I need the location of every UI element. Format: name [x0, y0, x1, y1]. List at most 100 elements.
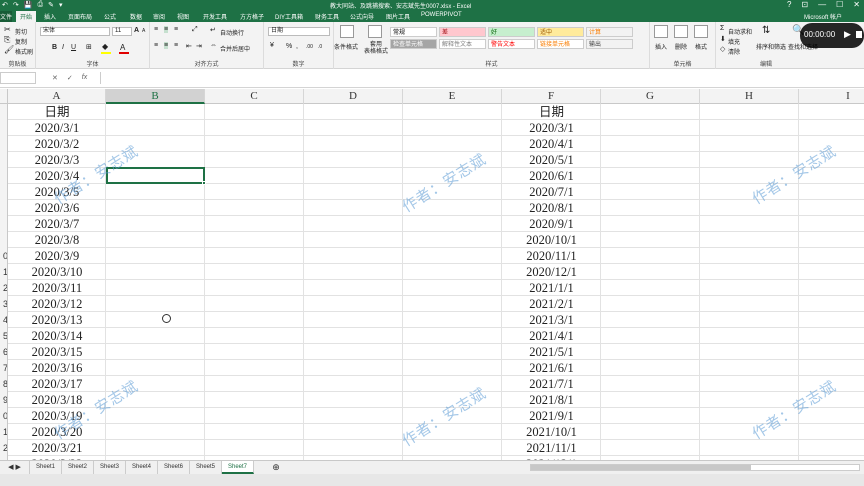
autosum-icon[interactable]: Σ: [720, 25, 724, 32]
table-format-button[interactable]: 套用 表格格式: [364, 42, 388, 56]
column-header-d[interactable]: D: [304, 89, 403, 104]
cell-style-10[interactable]: 输出: [586, 39, 633, 49]
row-header[interactable]: 7: [0, 360, 7, 376]
maximize-icon[interactable]: ☐: [836, 0, 843, 9]
row-header[interactable]: 0: [0, 408, 7, 424]
wrap-text-icon[interactable]: ↵: [210, 26, 216, 34]
tab-1[interactable]: 开始: [16, 11, 37, 22]
clear-button[interactable]: 清除: [728, 47, 740, 56]
comma-button[interactable]: ,: [296, 43, 298, 50]
sheet-nav-arrows[interactable]: ◀ ▶: [0, 461, 30, 474]
increase-decimal-button[interactable]: .00: [306, 44, 313, 50]
percent-button[interactable]: %: [286, 43, 292, 50]
cut-icon[interactable]: ✂: [4, 25, 11, 34]
select-all-corner[interactable]: [0, 89, 8, 104]
tab-7[interactable]: 视图: [177, 12, 189, 21]
cell-style-8[interactable]: 警告文本: [488, 39, 535, 49]
fill-color-icon[interactable]: ◆: [102, 42, 108, 51]
help-icon[interactable]: ?: [787, 0, 791, 9]
horizontal-scrollbar-thumb[interactable]: [531, 465, 751, 470]
align-left-icon[interactable]: ≡: [154, 42, 158, 49]
autosum-button[interactable]: 自动求和: [728, 27, 752, 36]
quick-access-icon[interactable]: ▾: [59, 1, 63, 9]
clear-icon[interactable]: ◇: [720, 45, 725, 53]
column-header-h[interactable]: H: [700, 89, 799, 104]
formula-input[interactable]: [100, 72, 864, 84]
row-header[interactable]: [0, 168, 7, 184]
cut-button[interactable]: 剪切: [15, 27, 27, 36]
insert-cells-button[interactable]: 插入: [655, 42, 667, 51]
tab-13[interactable]: 图片工具: [386, 12, 410, 21]
merge-center-icon[interactable]: ⇔: [210, 42, 217, 49]
decrease-indent-icon[interactable]: ⇤: [186, 42, 192, 50]
sheet-tab-sheet1[interactable]: Sheet1: [30, 461, 62, 474]
play-icon[interactable]: ▶: [844, 29, 851, 40]
quick-access-icon[interactable]: 💾: [24, 1, 33, 9]
horizontal-scrollbar[interactable]: [530, 464, 860, 471]
conditional-format-icon[interactable]: [340, 25, 354, 38]
underline-button[interactable]: U: [71, 44, 76, 51]
copy-button[interactable]: 复制: [15, 37, 27, 46]
row-header[interactable]: [0, 232, 7, 248]
stop-icon[interactable]: [856, 31, 862, 38]
cell-style-9[interactable]: 链接单元格: [537, 39, 584, 49]
row-header[interactable]: 5: [0, 328, 7, 344]
row-header[interactable]: 0: [0, 248, 7, 264]
border-icon[interactable]: ⊞: [86, 43, 92, 51]
align-center-icon[interactable]: ≡: [164, 42, 169, 49]
cell-style-7[interactable]: 解释性文本: [439, 39, 486, 49]
column-header-e[interactable]: E: [403, 89, 502, 104]
format-cells-button[interactable]: 格式: [695, 42, 707, 51]
format-painter-button[interactable]: 格式刷: [15, 47, 33, 56]
tab-6[interactable]: 审阅: [153, 12, 165, 21]
quick-access-icon[interactable]: ⎙: [37, 1, 43, 9]
quick-access-icon[interactable]: ✎: [48, 1, 54, 9]
column-header-a[interactable]: A: [8, 89, 106, 104]
row-header[interactable]: 1: [0, 424, 7, 440]
format-cells-icon[interactable]: [694, 25, 708, 38]
align-top-icon[interactable]: ≡: [154, 26, 158, 33]
orientation-icon[interactable]: ⤢: [192, 26, 198, 34]
row-header[interactable]: [0, 184, 7, 200]
bold-button[interactable]: B: [52, 44, 57, 51]
row-header[interactable]: 2: [0, 440, 7, 456]
insert-function-icon[interactable]: fx: [82, 74, 87, 82]
tab-4[interactable]: 公式: [104, 12, 116, 21]
fill-icon[interactable]: ⬇: [720, 35, 726, 43]
sheet-tab-sheet4[interactable]: Sheet4: [126, 461, 158, 474]
decrease-decimal-button[interactable]: .0: [318, 44, 322, 50]
sort-filter-button[interactable]: 排序和筛选: [756, 42, 786, 51]
currency-icon[interactable]: ¥: [270, 42, 274, 49]
shrink-font-button[interactable]: A: [142, 28, 145, 34]
cell-style-5[interactable]: 计算: [586, 27, 633, 37]
tab-10[interactable]: DIY工具箱: [275, 12, 303, 21]
sheet-tab-sheet5[interactable]: Sheet5: [190, 461, 222, 474]
tab-14[interactable]: POWERPIVOT: [421, 12, 462, 18]
add-sheet-button[interactable]: ⊕: [266, 461, 286, 474]
ribbon-display-icon[interactable]: ⊡: [801, 0, 808, 9]
cell-style-2[interactable]: 差: [439, 27, 486, 37]
column-header-g[interactable]: G: [601, 89, 700, 104]
tab-9[interactable]: 方方格子: [240, 12, 264, 21]
row-header[interactable]: [0, 216, 7, 232]
name-box[interactable]: [0, 72, 36, 84]
cancel-icon[interactable]: ✕: [52, 74, 58, 82]
fill-handle[interactable]: [202, 181, 206, 185]
row-header[interactable]: 6: [0, 344, 7, 360]
italic-button[interactable]: I: [62, 44, 64, 51]
enter-icon[interactable]: ✓: [67, 74, 73, 82]
wrap-text-button[interactable]: 自动换行: [220, 28, 244, 37]
tab-file[interactable]: 文件: [0, 11, 12, 22]
close-icon[interactable]: ✕: [853, 0, 860, 9]
cell-style-4[interactable]: 适中: [537, 27, 584, 37]
row-header[interactable]: [0, 120, 7, 136]
row-header[interactable]: [0, 152, 7, 168]
tab-3[interactable]: 页面布局: [68, 12, 92, 21]
cell-style-3[interactable]: 好: [488, 27, 535, 37]
row-header[interactable]: [0, 136, 7, 152]
cell-style-1[interactable]: 常规: [390, 27, 437, 37]
increase-indent-icon[interactable]: ⇥: [196, 42, 202, 50]
font-color-icon[interactable]: A: [120, 43, 125, 52]
merge-center-button[interactable]: 合并后居中: [220, 44, 250, 53]
font-size-select[interactable]: 11: [112, 27, 132, 36]
